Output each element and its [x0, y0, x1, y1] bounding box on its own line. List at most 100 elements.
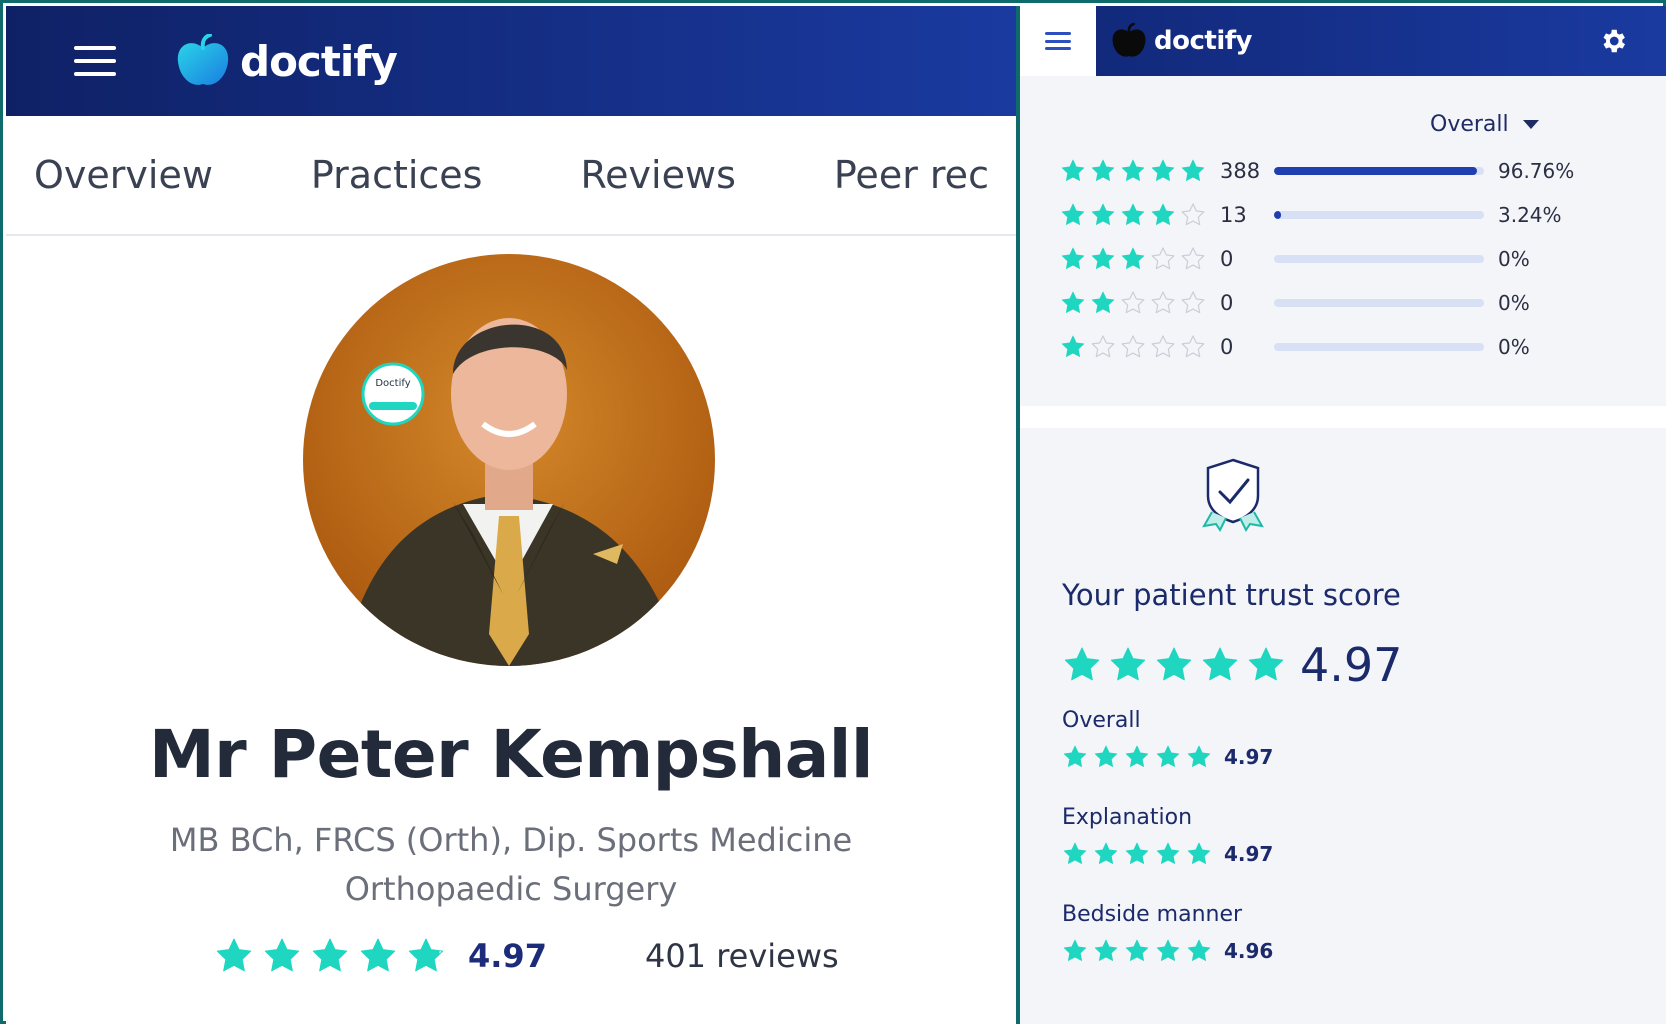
- category-stars: [1062, 938, 1212, 964]
- profile-tabs: Overview Practices Reviews Peer rec: [6, 116, 1016, 236]
- star-icon: [1151, 247, 1175, 270]
- profile-page: doctify Overview Practices Reviews Peer …: [6, 6, 1016, 1024]
- star-icon: [1110, 647, 1146, 681]
- shield-check-icon: [1202, 458, 1264, 532]
- tab-peer-recommendations[interactable]: Peer rec: [834, 153, 989, 197]
- row-stars: [1060, 290, 1212, 316]
- row-bar: [1274, 299, 1484, 307]
- star-icon: [1061, 159, 1085, 181]
- tab-reviews[interactable]: Reviews: [580, 153, 735, 197]
- star-icon: [1061, 247, 1085, 269]
- star-icon: [1181, 203, 1205, 226]
- section-divider: [1020, 406, 1666, 428]
- row-bar: [1274, 211, 1484, 219]
- rating-stars: [214, 936, 446, 976]
- star-icon: [1091, 247, 1115, 269]
- star-icon: [1091, 335, 1115, 358]
- star-icon: [1181, 291, 1205, 314]
- chevron-down-icon: [1522, 120, 1539, 129]
- star-icon: [1121, 203, 1145, 225]
- menu-icon[interactable]: [1020, 6, 1096, 76]
- star-icon: [1063, 842, 1087, 864]
- qualifications: MB BCh, FRCS (Orth), Dip. Sports Medicin…: [169, 821, 853, 859]
- row-percent: 0%: [1498, 291, 1530, 315]
- apple-logo-icon: [177, 34, 229, 85]
- star-icon: [1181, 335, 1205, 358]
- star-icon: [1121, 335, 1145, 358]
- row-bar: [1274, 167, 1484, 175]
- star-icon: [1248, 647, 1284, 681]
- screenshot-frame: doctify Overview Practices Reviews Peer …: [0, 0, 1666, 1024]
- rating-value: 4.97: [468, 937, 547, 975]
- category-rating: 4.96: [1062, 938, 1273, 964]
- star-icon: [1061, 335, 1085, 357]
- dropdown-label: Overall: [1430, 112, 1509, 137]
- category-value: 4.96: [1224, 939, 1274, 963]
- star-icon: [1061, 291, 1085, 313]
- row-stars: [1060, 202, 1212, 228]
- star-icon: [1125, 939, 1149, 961]
- row-percent: 0%: [1498, 335, 1530, 359]
- star-icon: [1094, 745, 1118, 767]
- star-icon: [1063, 745, 1087, 767]
- row-bar-fill: [1274, 167, 1478, 175]
- star-icon: [1121, 247, 1145, 269]
- star-icon: [1202, 647, 1238, 681]
- row-count: 0: [1220, 291, 1234, 315]
- star-icon: [1156, 939, 1180, 961]
- star-icon: [1151, 291, 1175, 314]
- brand-name: doctify: [1154, 26, 1253, 56]
- star-icon: [1091, 291, 1115, 313]
- breakdown-row: 0 0%: [1060, 244, 1530, 274]
- breakdown-row: 0 0%: [1060, 288, 1530, 318]
- star-icon: [1064, 647, 1100, 681]
- reviews-link[interactable]: 401 reviews: [645, 937, 839, 975]
- doctify-logo[interactable]: doctify: [1110, 23, 1253, 59]
- star-icon: [1091, 159, 1115, 181]
- star-icon: [1156, 842, 1180, 864]
- category-stars: [1062, 841, 1212, 867]
- star-icon: [1156, 647, 1192, 681]
- gear-icon[interactable]: [1598, 26, 1628, 56]
- doctor-name: Mr Peter Kempshall: [149, 716, 874, 793]
- star-icon: [1094, 842, 1118, 864]
- breakdown-row: 388 96.76%: [1060, 156, 1574, 186]
- trust-score-card: Your patient trust score 4.97 Overall 4.…: [1020, 428, 1666, 1024]
- category-value: 4.97: [1224, 745, 1274, 769]
- apple-logo-icon: [1112, 23, 1146, 57]
- star-icon: [360, 938, 396, 972]
- row-bar-fill: [1274, 211, 1281, 219]
- category-value: 4.97: [1224, 842, 1274, 866]
- star-icon: [1091, 203, 1115, 225]
- specialty: Orthopaedic Surgery: [344, 870, 678, 908]
- category-stars: [1062, 744, 1212, 770]
- row-percent: 3.24%: [1498, 203, 1562, 227]
- row-bar: [1274, 255, 1484, 263]
- svg-text:Doctify: Doctify: [375, 378, 410, 389]
- star-icon: [1156, 745, 1180, 767]
- row-percent: 0%: [1498, 247, 1530, 271]
- doctify-logo[interactable]: doctify: [174, 34, 398, 88]
- breakdown-row: 0 0%: [1060, 332, 1530, 362]
- star-icon: [216, 938, 252, 972]
- menu-icon[interactable]: [74, 46, 116, 76]
- star-icon: [1151, 335, 1175, 358]
- trust-score: 4.97: [1062, 638, 1402, 692]
- tab-overview[interactable]: Overview: [34, 153, 213, 197]
- star-icon: [1187, 745, 1211, 767]
- row-stars: [1060, 158, 1212, 184]
- category-label: Bedside manner: [1062, 902, 1243, 927]
- doctor-photo: Doctify: [343, 318, 683, 666]
- tab-practices[interactable]: Practices: [311, 153, 483, 197]
- filter-dropdown[interactable]: Overall: [1430, 112, 1539, 137]
- row-stars: [1060, 334, 1212, 360]
- star-icon: [408, 938, 444, 972]
- row-count: 388: [1220, 159, 1261, 183]
- row-count: 0: [1220, 247, 1234, 271]
- row-count: 13: [1220, 203, 1247, 227]
- star-icon: [1181, 247, 1205, 270]
- category-label: Overall: [1062, 708, 1141, 733]
- star-icon: [1187, 939, 1211, 961]
- avatar: Doctify: [303, 254, 715, 666]
- star-icon: [1151, 159, 1175, 181]
